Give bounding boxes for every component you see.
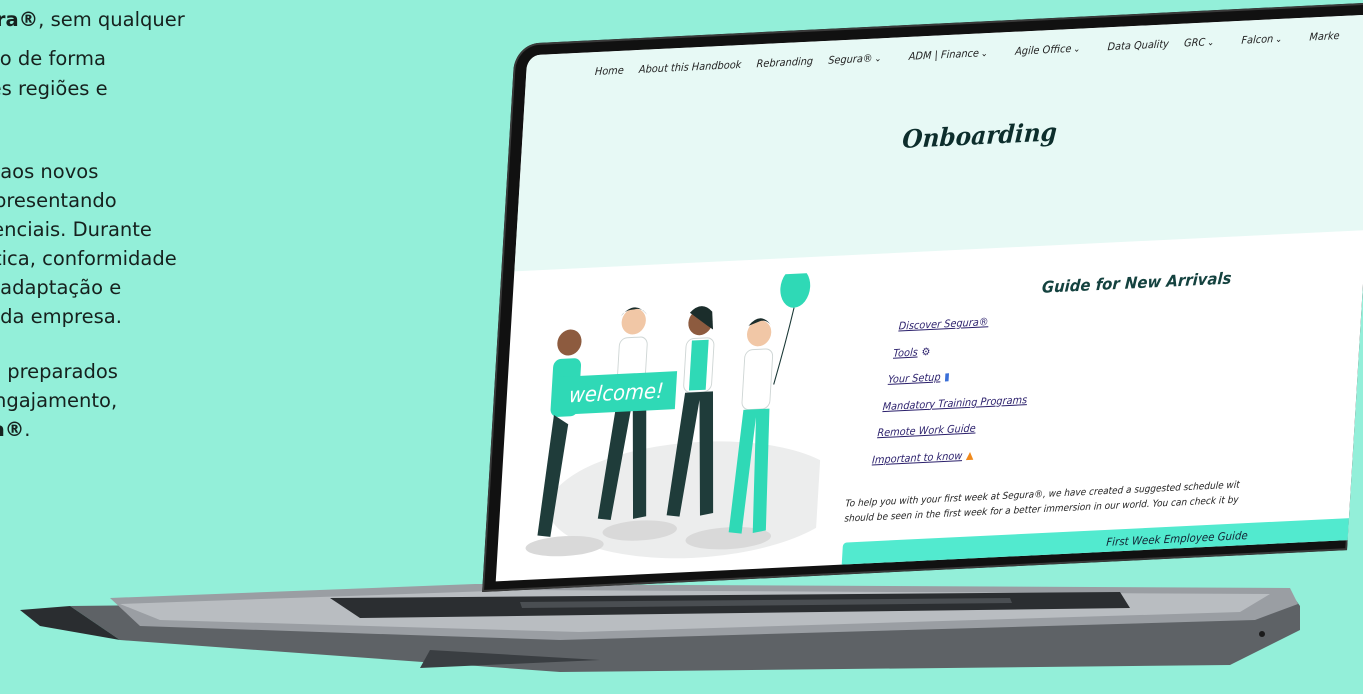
chevron-down-icon: ⌄ xyxy=(1072,44,1081,55)
link-your-setup[interactable]: Your Setup ▮ xyxy=(888,367,1029,386)
chevron-down-icon: ⌄ xyxy=(980,49,989,60)
link-mandatory-training[interactable]: Mandatory Training Programs xyxy=(882,394,1027,413)
guide-links: Discover Segura® Tools ⚙ Your Setup ▮ Mand… xyxy=(872,314,1033,480)
gear-icon: ⚙ xyxy=(921,345,931,358)
nav-grc[interactable]: GRC⌄ xyxy=(1184,35,1227,50)
book-icon: ▮ xyxy=(943,370,951,384)
link-discover-segura[interactable]: Discover Segura® xyxy=(898,314,1032,332)
warning-icon: ▲ xyxy=(965,449,974,462)
chevron-down-icon: ⌄ xyxy=(1206,38,1215,49)
chevron-down-icon: ⌄ xyxy=(874,54,882,65)
laptop-screen: Home About this Handbook Rebranding Segu… xyxy=(482,2,1363,592)
nav-marketing[interactable]: Marke xyxy=(1309,30,1340,43)
link-remote-work[interactable]: Remote Work Guide xyxy=(877,420,1026,440)
nav-data-quality[interactable]: Data Quality xyxy=(1107,38,1169,53)
page-header: Home About this Handbook Rebranding Segu… xyxy=(514,14,1363,272)
intro-text: To help you with your first week at Segu… xyxy=(844,473,1329,526)
chevron-down-icon: ⌄ xyxy=(1274,34,1283,46)
welcome-banner-text: welcome! xyxy=(568,378,664,407)
nav-about-handbook[interactable]: About this Handbook xyxy=(639,59,742,76)
laptop: Home About this Handbook Rebranding Segu… xyxy=(0,0,1363,694)
nav-falcon[interactable]: Falcon⌄ xyxy=(1241,32,1295,47)
nav-home[interactable]: Home xyxy=(595,65,625,78)
nav-rebranding[interactable]: Rebranding xyxy=(756,55,813,70)
balloon-icon xyxy=(780,271,811,308)
guide-title: Guide for New Arrivals xyxy=(1041,268,1233,297)
browser-display: Home About this Handbook Rebranding Segu… xyxy=(495,14,1363,582)
welcome-illustration: welcome! xyxy=(525,271,832,559)
nav-agile-office[interactable]: Agile Office⌄ xyxy=(1015,42,1093,58)
link-important-to-know[interactable]: Important to know ▲ xyxy=(872,447,1025,466)
link-tools[interactable]: Tools ⚙ xyxy=(893,341,1031,359)
nav-segura[interactable]: Segura®⌄ xyxy=(828,52,894,67)
page-title: Onboarding xyxy=(901,117,1058,154)
nav-adm-finance[interactable]: ADM | Finance⌄ xyxy=(908,46,1000,62)
